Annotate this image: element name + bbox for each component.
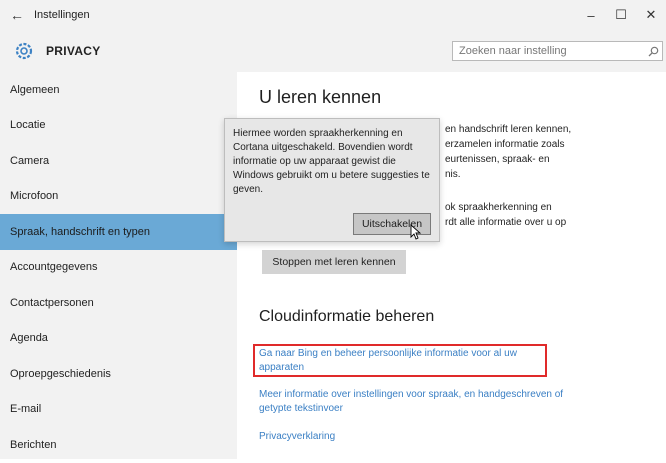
description-line: ok spraakherkenning en [445,202,552,213]
sidebar-item-contactpersonen[interactable]: Contactpersonen [0,285,237,321]
sidebar-item-accountgegevens[interactable]: Accountgegevens [0,250,237,286]
settings-header: PRIVACY Zoeken naar instelling [0,30,666,72]
window-controls: – ☐ ✕ [576,0,666,30]
gear-icon [14,41,34,61]
title-bar: ← Instellingen – ☐ ✕ [0,0,666,30]
section-heading: U leren kennen [259,87,382,107]
search-icon[interactable] [644,46,662,57]
page-title: PRIVACY [46,44,101,58]
more-info-link[interactable]: Meer informatie over instellingen voor s… [259,388,589,416]
minimize-button[interactable]: – [576,0,606,30]
description-paragraph-2: ok spraakherkenning en rdt alle informat… [445,200,566,230]
description-line: erzamelen informatie zoals [445,139,565,150]
bing-link[interactable]: Ga naar Bing en beheer persoonlijke info… [259,347,543,375]
sidebar-item-locatie[interactable]: Locatie [0,108,237,144]
sidebar-item-oproepgeschiedenis[interactable]: Oproepgeschiedenis [0,356,237,392]
sidebar-item-email[interactable]: E-mail [0,392,237,428]
sidebar-item-spraak[interactable]: Spraak, handschrift en typen [0,214,237,250]
minimize-icon: – [587,7,595,23]
search-placeholder: Zoeken naar instelling [459,45,567,57]
back-button[interactable]: ← [0,0,34,30]
back-arrow-icon: ← [10,7,24,23]
flyout-message: Hiermee worden spraakherkenning en Corta… [233,128,430,195]
sidebar-item-camera[interactable]: Camera [0,143,237,179]
close-button[interactable]: ✕ [636,0,666,30]
window-title: Instellingen [34,9,90,21]
mouse-cursor-icon [410,224,422,240]
description-paragraph: en handschrift leren kennen, erzamelen i… [445,122,571,182]
sidebar-item-agenda[interactable]: Agenda [0,321,237,357]
maximize-icon: ☐ [615,7,627,22]
description-line: nis. [445,169,461,180]
sidebar: Algemeen Locatie Camera Microfoon Spraak… [0,72,237,459]
sidebar-item-algemeen[interactable]: Algemeen [0,72,237,108]
close-icon: ✕ [645,7,657,22]
description-line: en handschrift leren kennen, [445,124,572,135]
confirm-flyout: Hiermee worden spraakherkenning en Corta… [224,118,440,242]
privacy-link[interactable]: Privacyverklaring [259,430,335,444]
sidebar-item-microfoon[interactable]: Microfoon [0,179,237,215]
description-line: eurtenissen, spraak- en [445,154,550,165]
cloud-heading: Cloudinformatie beheren [259,308,435,325]
description-line: rdt alle informatie over u op [445,217,567,228]
stop-learning-button[interactable]: Stoppen met leren kennen [262,250,406,274]
search-input[interactable]: Zoeken naar instelling [452,41,663,61]
maximize-button[interactable]: ☐ [606,0,636,30]
sidebar-item-berichten[interactable]: Berichten [0,427,237,463]
